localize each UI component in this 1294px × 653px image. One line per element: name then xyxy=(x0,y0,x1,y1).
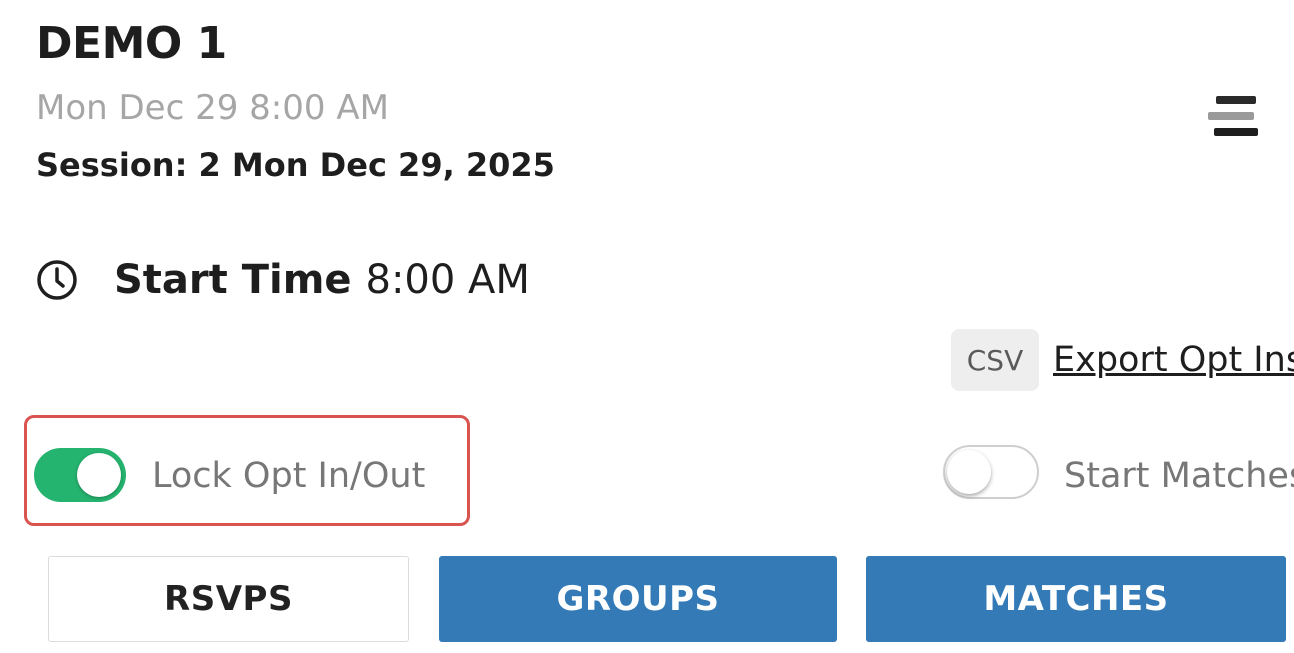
event-datetime: Mon Dec 29 8:00 AM xyxy=(36,88,389,128)
event-page: DEMO 1 Mon Dec 29 8:00 AM Session: 2 Mon… xyxy=(0,0,1294,653)
rsvps-button[interactable]: RSVPS xyxy=(48,556,409,642)
toggle-knob xyxy=(947,450,991,494)
clock-icon xyxy=(37,260,77,300)
start-time-row: Start Time 8:00 AM xyxy=(36,254,530,306)
csv-badge: CSV xyxy=(951,329,1039,391)
start-matches-toggle[interactable] xyxy=(943,445,1039,499)
hamburger-menu-icon[interactable] xyxy=(1206,92,1262,142)
toggle-knob xyxy=(77,453,121,497)
start-time-label: Start Time xyxy=(114,257,352,303)
menu-bar-top xyxy=(1216,96,1256,104)
start-matches-label: Start Matches xyxy=(1064,456,1294,496)
lock-opt-in-out-label: Lock Opt In/Out xyxy=(152,456,426,496)
groups-button[interactable]: GROUPS xyxy=(439,556,837,642)
menu-bar-bottom xyxy=(1214,128,1258,136)
session-info: Session: 2 Mon Dec 29, 2025 xyxy=(36,146,555,184)
start-time-value: 8:00 AM xyxy=(365,257,530,303)
matches-button[interactable]: MATCHES xyxy=(866,556,1286,642)
event-title: DEMO 1 xyxy=(36,18,227,69)
export-opt-ins-link[interactable]: Export Opt Ins xyxy=(1053,340,1294,380)
menu-bar-middle xyxy=(1208,112,1254,120)
lock-opt-in-out-toggle[interactable] xyxy=(34,448,126,502)
